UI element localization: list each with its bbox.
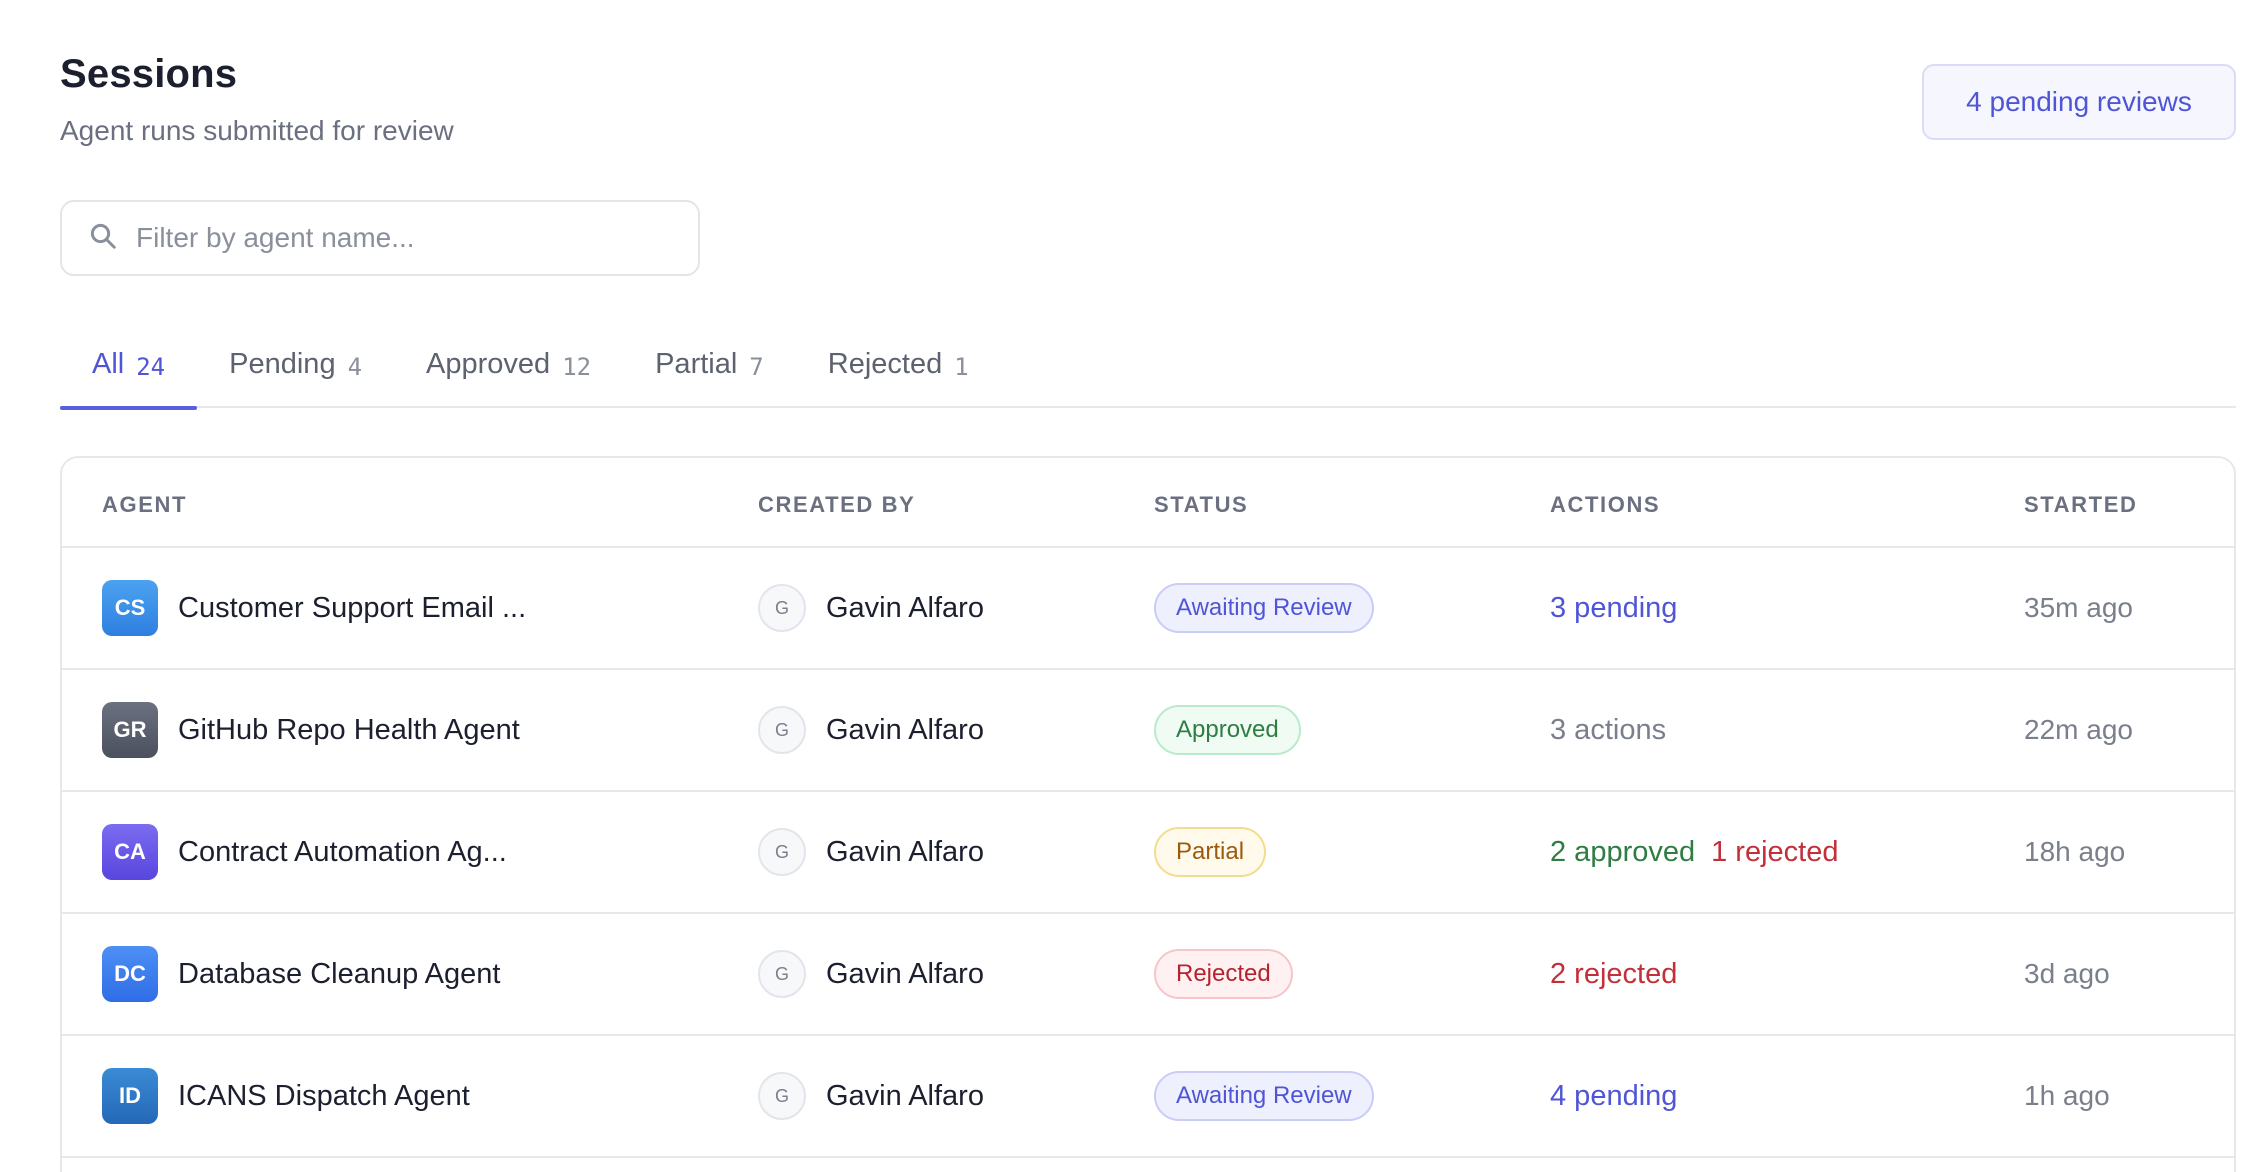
actions-summary[interactable]: 4 pending (1550, 1080, 1677, 1113)
tab-label: Approved (426, 348, 551, 380)
agent-name[interactable]: Database Cleanup Agent (178, 958, 500, 991)
table-row[interactable]: CS Customer Support Email ... G Gavin Al… (62, 548, 2234, 670)
agent-cell: ID ICANS Dispatch Agent (102, 1036, 470, 1156)
status-cell: Partial (1154, 792, 1267, 912)
started-time: 3d ago (2024, 958, 2110, 989)
agent-avatar: CS (102, 580, 158, 636)
status-cell: Rejected (1154, 914, 1293, 1034)
agent-avatar: GR (102, 702, 158, 758)
table-header: AGENT CREATED BY STATUS ACTIONS STARTED (62, 458, 2234, 548)
page-subtitle: Agent runs submitted for review (60, 115, 454, 146)
tab-count: 4 (347, 353, 363, 381)
agent-cell: CA Contract Automation Ag... (102, 792, 507, 912)
status-badge: Partial (1154, 827, 1267, 877)
agent-name[interactable]: ICANS Dispatch Agent (178, 1080, 470, 1113)
creator-name: Gavin Alfaro (826, 713, 984, 746)
agent-name[interactable]: Contract Automation Ag... (178, 836, 507, 869)
started-time: 35m ago (2024, 592, 2133, 623)
search-icon (88, 221, 118, 256)
actions-cell: 2 rejected (1550, 914, 1677, 1034)
started-cell: 35m ago (2024, 548, 2133, 668)
started-time: 22m ago (2024, 714, 2133, 745)
column-header-status[interactable]: STATUS (1154, 492, 1248, 518)
tab-approved[interactable]: Approved 12 (394, 330, 623, 408)
user-avatar: G (758, 950, 806, 998)
agent-avatar: DC (102, 946, 158, 1002)
status-cell: Approved (1154, 670, 1301, 790)
started-cell: 3d ago (2024, 914, 2110, 1034)
agent-cell: DC Database Cleanup Agent (102, 914, 500, 1034)
actions-summary[interactable]: 3 pending (1550, 592, 1677, 625)
started-time: 1h ago (2024, 1080, 2110, 1111)
table-row[interactable]: GR GitHub Repo Health Agent G Gavin Alfa… (62, 670, 2234, 792)
agent-name[interactable]: Customer Support Email ... (178, 592, 526, 625)
pending-reviews-button[interactable]: 4 pending reviews (1922, 64, 2236, 140)
status-badge: Awaiting Review (1154, 583, 1374, 633)
search-box[interactable] (60, 200, 700, 276)
creator-name: Gavin Alfaro (826, 1079, 984, 1112)
tab-count: 7 (749, 353, 764, 381)
started-cell: 18h ago (2024, 792, 2125, 912)
actions-rejected[interactable]: 1 rejected (1711, 836, 1838, 869)
status-cell: Awaiting Review (1154, 1036, 1374, 1156)
column-header-agent[interactable]: AGENT (102, 492, 187, 518)
status-cell: Awaiting Review (1154, 548, 1374, 668)
actions-approved[interactable]: 2 approved (1550, 836, 1695, 869)
tab-label: Partial (655, 348, 738, 380)
agent-name[interactable]: GitHub Repo Health Agent (178, 714, 520, 747)
tab-label: All (92, 348, 125, 380)
tab-label: Pending (229, 348, 336, 380)
agent-avatar: CA (102, 824, 158, 880)
created-by-cell: G Gavin Alfaro (758, 914, 984, 1034)
started-cell: 22m ago (2024, 670, 2133, 790)
started-cell: 1h ago (2024, 1036, 2110, 1156)
status-badge: Rejected (1154, 949, 1293, 999)
tab-partial[interactable]: Partial 7 (623, 330, 796, 408)
table-row[interactable]: DC Database Cleanup Agent G Gavin Alfaro… (62, 914, 2234, 1036)
user-avatar: G (758, 584, 806, 632)
tab-rejected[interactable]: Rejected 1 (796, 330, 1001, 408)
creator-name: Gavin Alfaro (826, 957, 984, 990)
column-header-started[interactable]: STARTED (2024, 492, 2137, 518)
actions-summary[interactable]: 3 actions (1550, 714, 1666, 747)
user-avatar: G (758, 1072, 806, 1120)
tab-label: Rejected (827, 348, 943, 380)
created-by-cell: G Gavin Alfaro (758, 792, 984, 912)
actions-summary[interactable]: 2 rejected (1550, 958, 1677, 991)
page-header: Sessions Agent runs submitted for review (60, 52, 454, 147)
tab-count: 12 (562, 353, 592, 381)
creator-name: Gavin Alfaro (826, 591, 984, 624)
actions-cell: 3 actions (1550, 670, 1666, 790)
status-badge: Approved (1154, 705, 1301, 755)
status-badge: Awaiting Review (1154, 1071, 1374, 1121)
agent-cell: GR GitHub Repo Health Agent (102, 670, 520, 790)
tab-count: 24 (136, 353, 166, 381)
tab-all[interactable]: All 24 (60, 330, 198, 410)
actions-cell: 3 pending (1550, 548, 1677, 668)
search-input[interactable] (136, 222, 696, 254)
user-avatar: G (758, 828, 806, 876)
column-header-created-by[interactable]: CREATED BY (758, 492, 915, 518)
tab-pending[interactable]: Pending 4 (197, 330, 394, 408)
actions-cell: 2 approved 1 rejected (1550, 792, 1838, 912)
creator-name: Gavin Alfaro (826, 835, 984, 868)
agent-cell: CS Customer Support Email ... (102, 548, 526, 668)
sessions-table: AGENT CREATED BY STATUS ACTIONS STARTED … (60, 456, 2236, 1172)
created-by-cell: G Gavin Alfaro (758, 548, 984, 668)
status-tabs: All 24 Pending 4 Approved 12 Partial 7 R… (60, 330, 2236, 410)
table-row[interactable]: CA Contract Automation Ag... G Gavin Alf… (62, 792, 2234, 914)
table-row[interactable]: ID ICANS Dispatch Agent G Gavin Alfaro A… (62, 1036, 2234, 1158)
tab-count: 1 (954, 353, 969, 381)
page-title: Sessions (60, 52, 238, 96)
created-by-cell: G Gavin Alfaro (758, 1036, 984, 1156)
sessions-page: Sessions Agent runs submitted for review… (0, 0, 2246, 1172)
created-by-cell: G Gavin Alfaro (758, 670, 984, 790)
started-time: 18h ago (2024, 836, 2126, 867)
actions-cell: 4 pending (1550, 1036, 1677, 1156)
column-header-actions[interactable]: ACTIONS (1550, 492, 1660, 518)
agent-avatar: ID (102, 1068, 158, 1124)
user-avatar: G (758, 706, 806, 754)
